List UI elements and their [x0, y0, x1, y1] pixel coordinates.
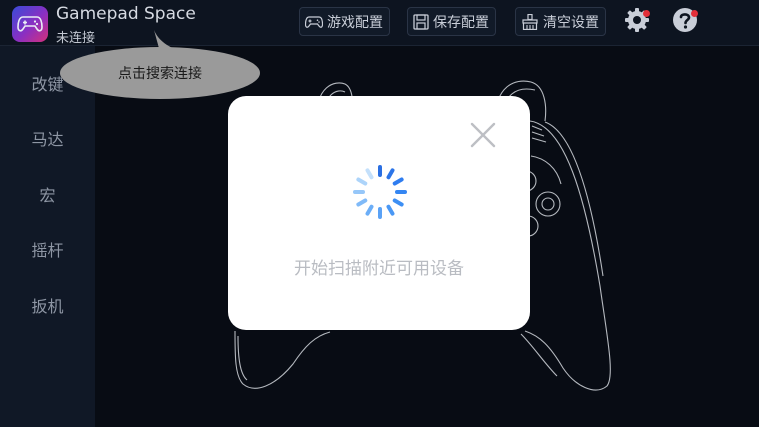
- save-config-button[interactable]: 保存配置: [407, 7, 496, 36]
- close-icon: [470, 122, 496, 152]
- help-notification-dot: [691, 10, 698, 17]
- search-connect-tooltip: 点击搜索连接: [60, 47, 260, 99]
- loading-spinner-icon: [350, 162, 410, 226]
- sidebar: 改键 马达 宏 摇杆 扳机: [0, 46, 95, 427]
- sidebar-item-trigger[interactable]: 扳机: [0, 285, 95, 325]
- app-title: Gamepad Space: [56, 4, 196, 24]
- sidebar-item-motor[interactable]: 马达: [0, 118, 95, 158]
- scanning-message: 开始扫描附近可用设备: [294, 259, 464, 279]
- dialog-close-button[interactable]: [468, 122, 498, 152]
- sidebar-item-joystick[interactable]: 摇杆: [0, 229, 95, 269]
- clear-settings-button[interactable]: 清空设置: [515, 7, 606, 36]
- gamepad-icon: [305, 15, 323, 29]
- scanning-dialog: 开始扫描附近可用设备: [228, 96, 530, 330]
- game-config-label: 游戏配置: [327, 14, 383, 31]
- help-button[interactable]: [671, 8, 699, 36]
- save-icon: [413, 13, 429, 30]
- gamepad-app-icon: [12, 6, 48, 42]
- settings-notification-dot: [643, 10, 650, 17]
- settings-button[interactable]: [623, 8, 651, 36]
- sidebar-item-macro[interactable]: 宏: [0, 174, 95, 214]
- save-config-label: 保存配置: [433, 14, 489, 31]
- connection-status[interactable]: 未连接: [56, 27, 95, 46]
- tooltip-text: 点击搜索连接: [118, 66, 202, 82]
- clear-settings-label: 清空设置: [543, 14, 599, 31]
- game-config-button[interactable]: 游戏配置: [299, 7, 390, 36]
- app-header: Gamepad Space 未连接 游戏配置 保存配置 清空设置: [0, 0, 759, 46]
- broom-icon: [521, 13, 539, 30]
